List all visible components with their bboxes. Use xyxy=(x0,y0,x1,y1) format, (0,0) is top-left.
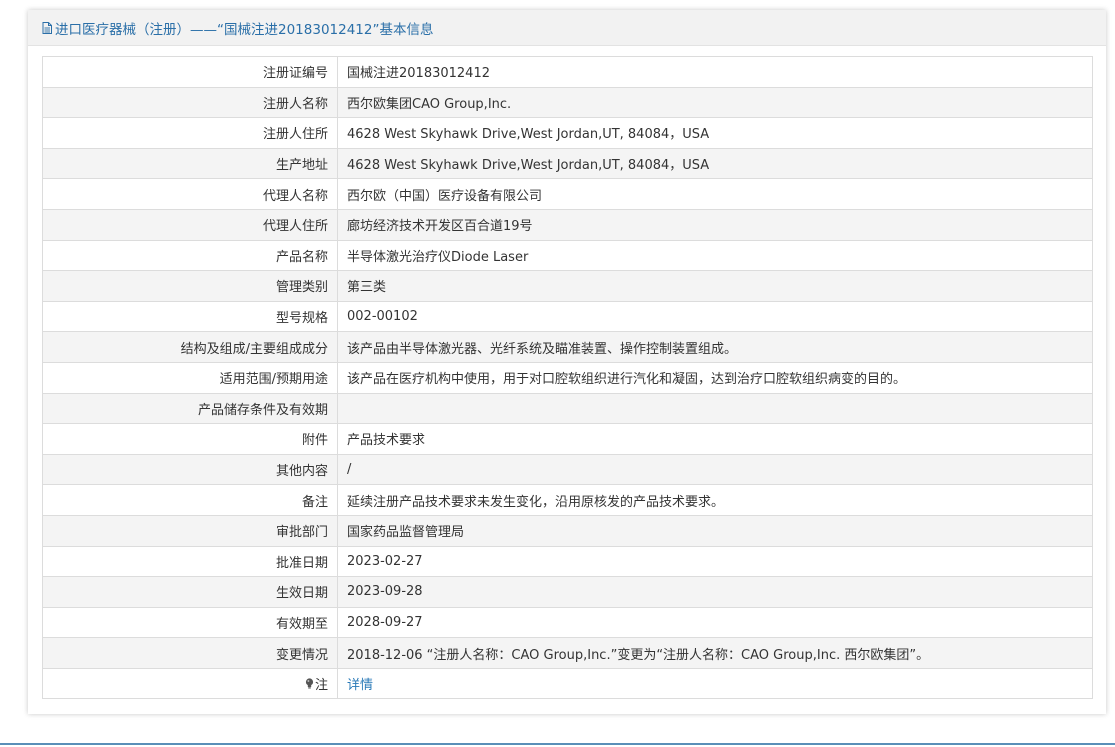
table-row: 注册证编号 国械注进20183012412 xyxy=(42,56,1093,88)
row-value xyxy=(337,392,1093,425)
row-value: 2018-12-06 “注册人名称：CAO Group,Inc.”变更为“注册人… xyxy=(337,637,1093,669)
table-row: 有效期至 2028-09-27 xyxy=(42,606,1093,639)
table-row: 变更情况 2018-12-06 “注册人名称：CAO Group,Inc.”变更为… xyxy=(42,637,1093,669)
row-label: 变更情况 xyxy=(42,637,338,669)
row-label: 注册人名称 xyxy=(42,86,338,119)
info-panel: 进口医疗器械（注册）——“国械注进20183012412”基本信息 注册证编号国… xyxy=(28,10,1106,714)
row-value: 产品技术要求 xyxy=(337,423,1093,455)
row-value: / xyxy=(337,453,1093,486)
table-row: 产品名称 半导体激光治疗仪Diode Laser xyxy=(42,239,1093,272)
row-value: 第三类 xyxy=(337,270,1093,302)
row-label: 附件 xyxy=(42,423,338,455)
row-label: 产品名称 xyxy=(42,239,338,272)
table-row: 管理类别 第三类 xyxy=(42,270,1093,302)
table-row: 结构及组成/主要组成成分 该产品由半导体激光器、光纤系统及瞄准装置、操作控制装置组… xyxy=(42,331,1093,363)
table-row: 审批部门 国家药品监督管理局 xyxy=(42,514,1093,547)
table-row: 代理人名称 西尔欧（中国）医疗设备有限公司 xyxy=(42,178,1093,210)
row-value: 西尔欧集团CAO Group,Inc. xyxy=(337,86,1093,119)
row-value: 4628 West Skyhawk Drive,West Jordan,UT, … xyxy=(337,147,1093,180)
row-value: 西尔欧（中国）医疗设备有限公司 xyxy=(337,178,1093,210)
panel-header: 进口医疗器械（注册）——“国械注进20183012412”基本信息 xyxy=(28,10,1106,46)
note-label: 注 xyxy=(305,674,328,693)
row-label: 审批部门 xyxy=(42,514,338,547)
row-label: 生效日期 xyxy=(42,576,338,608)
row-label: 代理人名称 xyxy=(42,178,338,210)
table-row: 适用范围/预期用途 该产品在医疗机构中使用，用于对口腔软组织进行汽化和凝固，达到治… xyxy=(42,361,1093,394)
note-label-cell: 注 xyxy=(42,667,338,700)
table-row: 注册人名称 西尔欧集团CAO Group,Inc. xyxy=(42,86,1093,119)
row-value: 半导体激光治疗仪Diode Laser xyxy=(337,239,1093,272)
row-label: 批准日期 xyxy=(42,545,338,578)
row-label: 注册证编号 xyxy=(42,56,338,88)
table-row: 产品储存条件及有效期 xyxy=(42,392,1093,425)
row-label: 结构及组成/主要组成成分 xyxy=(42,331,338,363)
table-row-note: 注 详情 xyxy=(42,667,1093,700)
row-value: 国家药品监督管理局 xyxy=(337,514,1093,547)
note-label-text: 注 xyxy=(314,678,328,694)
note-value-cell: 详情 xyxy=(337,667,1093,700)
bottom-divider xyxy=(0,743,1115,745)
table-row: 其他内容 / xyxy=(42,453,1093,486)
row-value: 002-00102 xyxy=(337,300,1093,333)
table-row: 型号规格 002-00102 xyxy=(42,300,1093,333)
row-label: 注册人住所 xyxy=(42,117,338,149)
table-row: 生产地址 4628 West Skyhawk Drive,West Jordan,… xyxy=(42,147,1093,180)
row-value: 2028-09-27 xyxy=(337,606,1093,639)
row-value: 4628 West Skyhawk Drive,West Jordan,UT, … xyxy=(337,117,1093,149)
row-value: 该产品由半导体激光器、光纤系统及瞄准装置、操作控制装置组成。 xyxy=(337,331,1093,363)
row-label: 备注 xyxy=(42,484,338,516)
lightbulb-icon xyxy=(305,678,314,689)
row-label: 型号规格 xyxy=(42,300,338,333)
table-row: 注册人住所 4628 West Skyhawk Drive,West Jordan… xyxy=(42,117,1093,149)
row-label: 有效期至 xyxy=(42,606,338,639)
detail-link[interactable]: 详情 xyxy=(347,678,373,693)
table-row: 代理人住所 廊坊经济技术开发区百合道19号 xyxy=(42,208,1093,241)
row-label: 生产地址 xyxy=(42,147,338,180)
row-label: 其他内容 xyxy=(42,453,338,486)
table-row: 附件 产品技术要求 xyxy=(42,423,1093,455)
row-label: 产品储存条件及有效期 xyxy=(42,392,338,425)
row-label: 管理类别 xyxy=(42,270,338,302)
row-value: 廊坊经济技术开发区百合道19号 xyxy=(337,208,1093,241)
table-row: 备注 延续注册产品技术要求未发生变化，沿用原核发的产品技术要求。 xyxy=(42,484,1093,516)
info-table: 注册证编号 国械注进20183012412 注册人名称 西尔欧集团CAO Group… xyxy=(42,56,1093,700)
row-label: 代理人住所 xyxy=(42,208,338,241)
row-value: 该产品在医疗机构中使用，用于对口腔软组织进行汽化和凝固，达到治疗口腔软组织病变的… xyxy=(337,361,1093,394)
row-value: 2023-09-28 xyxy=(337,576,1093,608)
row-value: 延续注册产品技术要求未发生变化，沿用原核发的产品技术要求。 xyxy=(337,484,1093,516)
page-title: 进口医疗器械（注册）——“国械注进20183012412”基本信息 xyxy=(55,21,434,38)
table-row: 生效日期 2023-09-28 xyxy=(42,576,1093,608)
table-row: 批准日期 2023-02-27 xyxy=(42,545,1093,578)
row-label: 适用范围/预期用途 xyxy=(42,361,338,394)
row-value: 国械注进20183012412 xyxy=(337,56,1093,88)
row-value: 2023-02-27 xyxy=(337,545,1093,578)
document-icon xyxy=(42,21,52,34)
